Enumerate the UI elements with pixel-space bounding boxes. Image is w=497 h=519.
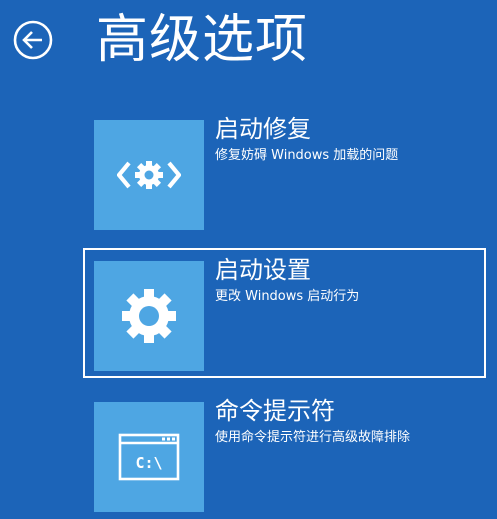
option-tile: C:\: [94, 402, 204, 512]
startup-repair-gear-brackets-icon: [117, 161, 181, 189]
command-prompt-icon-text: C:\: [135, 454, 162, 472]
gear-icon: [122, 289, 176, 343]
back-arrow-circle-icon: [13, 20, 53, 60]
option-title: 命令提示符: [215, 397, 335, 425]
command-prompt-icon: C:\: [118, 433, 180, 481]
option-description: 修复妨碍 Windows 加载的问题: [215, 148, 399, 163]
option-startup-settings[interactable]: 启动设置 更改 Windows 启动行为: [83, 248, 486, 378]
option-startup-repair[interactable]: 启动修复 修复妨碍 Windows 加载的问题: [83, 107, 486, 237]
option-tile: [94, 120, 204, 230]
option-title: 启动修复: [215, 115, 311, 143]
option-tile: [94, 261, 204, 371]
back-button[interactable]: [13, 20, 53, 60]
option-description: 使用命令提示符进行高级故障排除: [215, 430, 411, 445]
option-title: 启动设置: [215, 256, 311, 284]
page-title: 高级选项: [96, 10, 309, 70]
option-description: 更改 Windows 启动行为: [215, 289, 360, 304]
option-command-prompt[interactable]: C:\ 命令提示符 使用命令提示符进行高级故障排除: [83, 389, 486, 519]
